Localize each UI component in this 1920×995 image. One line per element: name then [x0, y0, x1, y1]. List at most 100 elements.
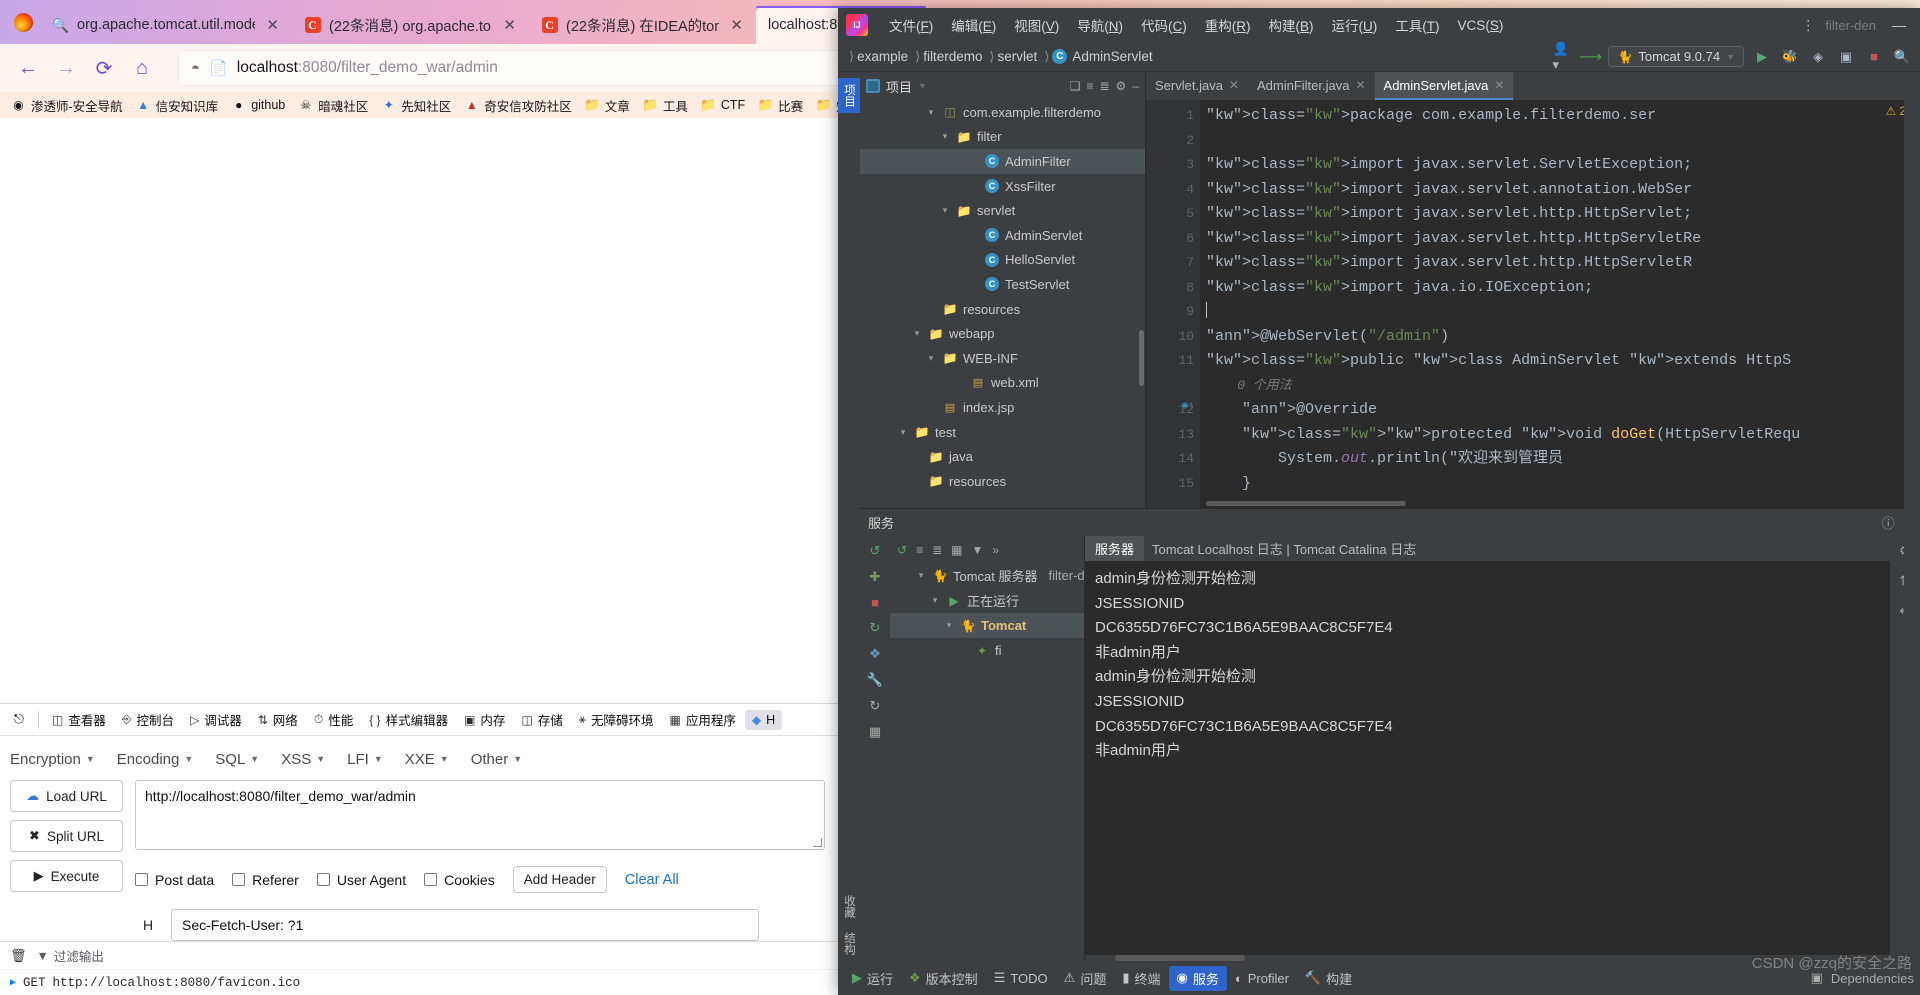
close-icon[interactable]: ✕ [1494, 78, 1504, 92]
bookmark-item[interactable]: ● github [226, 96, 290, 115]
tab-accessibility[interactable]: ⚹ 无障碍环境 [572, 707, 661, 732]
tab-inspector[interactable]: ◫ 查看器 [45, 707, 113, 732]
menu-view[interactable]: 视图(V) [1005, 11, 1068, 39]
vtab-structure[interactable]: 结构 [838, 926, 860, 961]
close-icon[interactable]: ✕ [1229, 78, 1239, 92]
twisty-icon[interactable]: ▾ [943, 620, 955, 631]
bookmark-item[interactable]: 📁 工具 [638, 94, 693, 117]
chevron-down-icon[interactable]: ▼ [918, 81, 927, 91]
tree-node[interactable]: ▤ index.jsp [860, 395, 1145, 420]
bookmark-item[interactable]: ✦ 先知社区 [376, 94, 456, 117]
tree-node[interactable]: C HelloServlet [860, 248, 1145, 273]
bookmark-item[interactable]: 📁 比赛 [753, 94, 808, 117]
load-url-button[interactable]: ☁ Load URL [10, 780, 123, 812]
tree-node[interactable]: ▾ 📁 webapp [860, 321, 1145, 346]
tree-node[interactable]: ▾ 📁 test [860, 420, 1145, 445]
browser-tab-2[interactable]: C (22条消息) org.apache.tomcat ✕ [292, 6, 527, 44]
connect-icon[interactable]: ✚ [870, 569, 881, 585]
tab-performance[interactable]: ⏱ 性能 [307, 707, 360, 732]
status-services[interactable]: ◉ 服务 [1168, 965, 1227, 991]
menu-build[interactable]: 构建(B) [1260, 11, 1323, 39]
tree-node[interactable]: C TestServlet [860, 272, 1145, 297]
search-icon[interactable]: 🔍 [1892, 47, 1912, 67]
split-url-button[interactable]: ✖ Split URL [10, 820, 123, 852]
bookmark-item[interactable]: ◉ 渗透师-安全导航 [6, 94, 128, 117]
more-icon[interactable]: » [992, 543, 999, 557]
tree-node[interactable]: ▾ 📁 servlet [860, 198, 1145, 223]
menu-file[interactable]: 文件(F) [880, 11, 942, 39]
status-version-control[interactable]: ❖ 版本控制 [901, 966, 986, 991]
hammer-icon[interactable]: ⟶ [1579, 47, 1602, 67]
vtab-project[interactable]: 项目 [838, 78, 860, 113]
hackbar-url-input[interactable]: http://localhost:8080/filter_demo_war/ad… [135, 780, 825, 850]
back-button[interactable]: ← [10, 51, 46, 85]
inspection-warning-badge[interactable]: ⚠ 2 [1886, 104, 1906, 118]
status-terminal[interactable]: ▮ 终端 [1114, 966, 1168, 991]
menu-sql[interactable]: SQL ▼ [215, 751, 259, 768]
browser-tab-1[interactable]: 🔍 org.apache.tomcat.util.model ✕ [40, 6, 290, 44]
menu-refactor[interactable]: 重构(R) [1196, 11, 1260, 39]
expand-arrow-icon[interactable]: ▶ [10, 977, 16, 989]
tree-node[interactable]: 📁 java [860, 444, 1145, 469]
services-tree-node[interactable]: ▾ 🐈 Tomcat [890, 613, 1084, 638]
twisty-icon[interactable]: ▾ [929, 595, 941, 606]
execute-button[interactable]: ▶ Execute [10, 860, 123, 892]
tree-node[interactable]: ▤ web.xml [860, 371, 1145, 396]
build-icon[interactable]: 🔧 [867, 672, 883, 688]
menu-run[interactable]: 运行(U) [1323, 11, 1387, 39]
group-icon[interactable]: ▦ [951, 543, 962, 557]
rerun-icon[interactable]: ↺ [870, 543, 881, 559]
tab-hackbar[interactable]: ◆ H [744, 709, 783, 730]
expand-icon[interactable]: ≡ [916, 543, 923, 557]
tree-node[interactable]: C AdminServlet [860, 223, 1145, 248]
vtab-bookmarks[interactable]: 收藏 [838, 889, 860, 924]
tree-scrollbar[interactable] [1139, 330, 1144, 386]
bookmark-item[interactable]: 📁 CTF [696, 96, 750, 115]
tab-style-editor[interactable]: { } 样式编辑器 [362, 707, 455, 732]
checkbox-user-agent[interactable]: User Agent [316, 872, 406, 888]
rerun-icon[interactable]: ↺ [897, 543, 907, 557]
menu-encryption[interactable]: Encryption ▼ [10, 751, 95, 768]
bookmark-item[interactable]: ▲ 信安知识库 [131, 94, 224, 117]
menu-other[interactable]: Other ▼ [471, 751, 522, 768]
menu-edit[interactable]: 编辑(E) [942, 11, 1005, 39]
stop-icon[interactable]: ■ [1864, 47, 1884, 67]
expand-icon[interactable]: ❏ [1070, 79, 1081, 93]
bookmark-item[interactable]: ☠ 暗魂社区 [293, 94, 373, 117]
editor-tab-adminservlet[interactable]: AdminServlet.java ✕ [1374, 72, 1514, 100]
status-todo[interactable]: ☰ TODO [986, 967, 1056, 989]
header-input[interactable]: Sec-Fetch-User: ?1 [171, 909, 759, 941]
tab-application[interactable]: ▦ 应用程序 [663, 707, 743, 732]
close-icon[interactable]: ✕ [500, 18, 519, 33]
run-icon[interactable]: ▶ [1752, 47, 1772, 67]
clear-all-link[interactable]: Clear All [625, 872, 679, 888]
tab-network[interactable]: ⇅ 网络 [251, 707, 305, 732]
debug-icon[interactable]: 🐝 [1780, 47, 1800, 67]
tab-console[interactable]: ⎆ 控制台 [115, 707, 181, 732]
checkbox-referer[interactable]: Referer [232, 872, 299, 888]
status-run[interactable]: ▶ 运行 [844, 966, 901, 991]
log-tab-server[interactable]: 服务器 [1085, 535, 1145, 561]
collapse-icon[interactable]: ≣ [932, 543, 942, 557]
run-configuration-selector[interactable]: 🐈 Tomcat 9.0.74 ▼ [1608, 46, 1744, 67]
trash-icon[interactable]: 🗑 [10, 948, 27, 964]
breadcrumb-adminservlet[interactable]: C AdminServlet [1052, 49, 1156, 64]
tab-debugger[interactable]: ▷ 调试器 [183, 707, 249, 732]
twisty-icon[interactable]: ▾ [925, 353, 937, 364]
layout-icon[interactable]: ❖ [869, 646, 881, 662]
console-entry[interactable]: ▶ GET http://localhost:8080/favicon.ico [0, 969, 840, 995]
editor-tab-servlet[interactable]: Servlet.java ✕ [1146, 72, 1248, 100]
tree-node[interactable]: C AdminFilter [860, 149, 1145, 174]
menu-xss[interactable]: XSS ▼ [281, 751, 325, 768]
twisty-icon[interactable]: ▾ [939, 205, 951, 216]
element-picker-icon[interactable]: ⎋ [6, 708, 32, 732]
more-options-icon[interactable]: ⋮ [1801, 17, 1815, 34]
services-tree-node[interactable]: ▾🐈Tomcat 服务器filter-demo:war [890, 563, 1135, 588]
log-tab-catalina[interactable]: Tomcat Localhost 日志 | Tomcat Catalina 日志 [1144, 536, 1426, 561]
services-tree[interactable]: ▾🐈Tomcat 服务器filter-demo:war▾▶正在运行▾🐈Tomca… [890, 563, 1135, 663]
status-problems[interactable]: ⚠ 问题 [1056, 966, 1115, 991]
menu-tools[interactable]: 工具(T) [1386, 11, 1448, 39]
help-icon[interactable]: ⓘ [1882, 513, 1895, 532]
twisty-icon[interactable]: ▾ [911, 328, 923, 339]
project-tree[interactable]: ▾ ◫ com.example.filterdemo ▾ 📁 filter C AdminFi… [860, 100, 1145, 508]
